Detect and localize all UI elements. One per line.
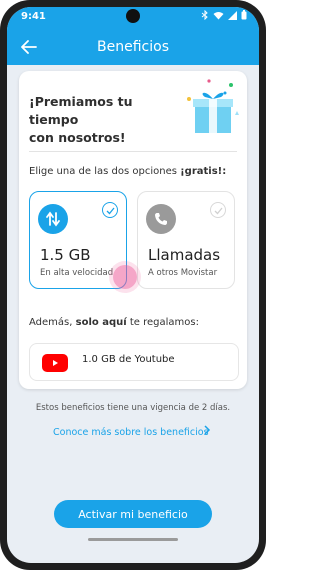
status-time: 9:41 [21, 11, 46, 22]
option-calls-card[interactable]: Llamadas A otros Movistar [137, 191, 235, 289]
youtube-benefit: 1.0 GB de Youtube [29, 343, 239, 381]
extra-prefix: Además, [29, 317, 73, 328]
home-indicator[interactable] [88, 538, 178, 541]
note-highlight: vigencia de 2 días. [150, 403, 231, 413]
phone-frame: 9:41 Beneficios ¡Premiamos tu tiempo con… [0, 0, 266, 570]
screen: 9:41 Beneficios ¡Premiamos tu tiempo con… [7, 7, 259, 563]
option-title: 1.5 GB [40, 246, 91, 264]
battery-icon [241, 10, 247, 23]
touch-indicator [113, 265, 137, 289]
status-icons [201, 9, 247, 23]
app-bar: Beneficios [7, 29, 259, 65]
extra-bold: solo aquí [75, 317, 127, 328]
youtube-logo-icon [42, 354, 68, 372]
learn-more-link[interactable]: Conoce más sobre los beneficios [53, 427, 209, 438]
headline: ¡Premiamos tu tiempo con nosotros! [29, 93, 179, 147]
choose-instruction: Elige una de las dos opciones ¡gratis!: [29, 166, 226, 177]
note-prefix: Estos beneficios tiene una [35, 403, 148, 413]
page-title: Beneficios [97, 39, 169, 55]
youtube-label: 1.0 GB de Youtube [82, 354, 175, 365]
wifi-icon [213, 11, 224, 23]
data-transfer-icon [38, 204, 68, 234]
extra-gift-text: Además, solo aquí te regalamos: [29, 317, 199, 328]
validity-note: Estos beneficios tiene una vigencia de 2… [7, 403, 259, 413]
extra-suffix: te regalamos: [129, 317, 199, 328]
option-subtitle: En alta velocidad [40, 268, 114, 278]
check-icon[interactable] [102, 202, 118, 218]
status-bar: 9:41 [7, 7, 259, 29]
camera-notch [126, 9, 140, 23]
bluetooth-icon [201, 9, 209, 23]
headline-line-2: con nosotros! [29, 130, 126, 145]
gift-illustration [179, 75, 243, 139]
divider [29, 151, 237, 152]
signal-icon [228, 10, 237, 23]
chevron-right-icon[interactable] [203, 425, 211, 438]
check-icon[interactable] [210, 202, 226, 218]
benefits-card: ¡Premiamos tu tiempo con nosotros! Elige… [19, 71, 247, 389]
choose-text: Elige una de las dos opciones [29, 166, 177, 177]
option-subtitle: A otros Movistar [148, 268, 218, 278]
option-title: Llamadas [148, 246, 221, 264]
activate-benefit-button[interactable]: Activar mi beneficio [54, 500, 212, 528]
phone-icon [146, 204, 176, 234]
headline-line-1: ¡Premiamos tu tiempo [29, 94, 133, 127]
choose-bold: ¡gratis!: [180, 166, 227, 177]
